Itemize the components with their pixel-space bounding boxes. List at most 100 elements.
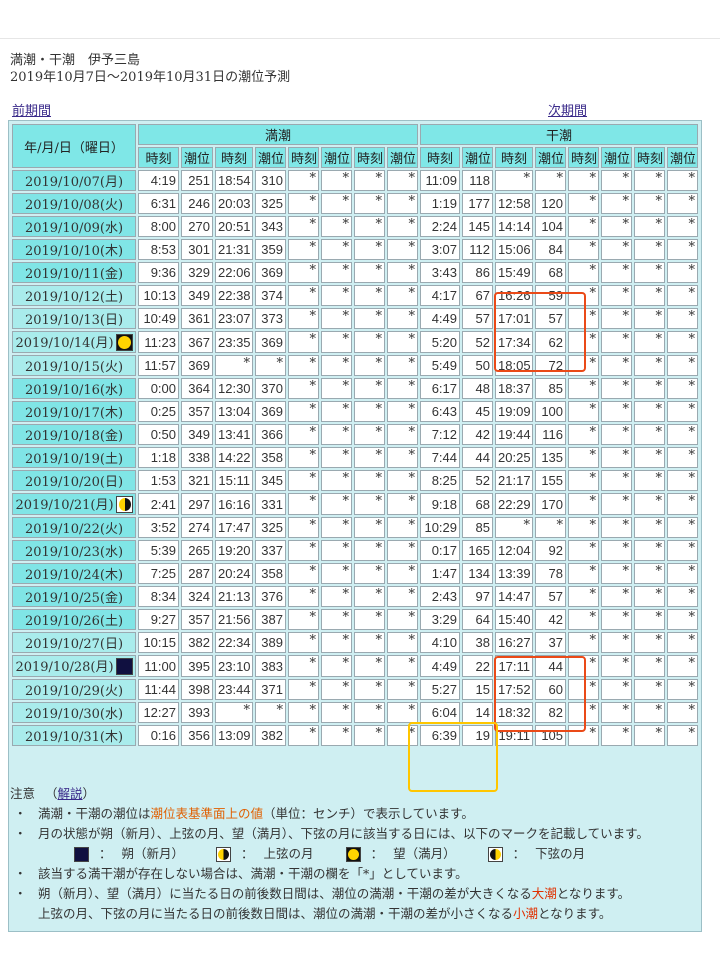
notes-paren-close: ） (82, 786, 96, 801)
date-cell: 2019/10/08(火) (12, 193, 136, 214)
high-level-cell: 265 (181, 540, 213, 561)
high-time-cell: 12:30 (215, 378, 253, 399)
high-time-cell: * (288, 193, 319, 214)
low-time-cell: 4:10 (420, 632, 461, 653)
high-level-cell: * (387, 470, 419, 491)
date-cell: 2019/10/14(月) (12, 331, 136, 353)
high-level-cell: 325 (255, 193, 286, 214)
low-level-cell: * (601, 702, 633, 723)
high-subheader: 潮位 (387, 147, 419, 168)
low-time-cell: 16:27 (495, 632, 534, 653)
date-cell: 2019/10/13(日) (12, 308, 136, 329)
high-time-cell: 10:49 (138, 308, 179, 329)
high-time-cell: * (288, 470, 319, 491)
low-time-cell: * (634, 262, 666, 283)
prev-period-link[interactable]: 前期間 (12, 100, 51, 119)
high-level-cell: * (321, 308, 352, 329)
high-level-cell: * (255, 702, 286, 723)
high-level-cell: 369 (255, 401, 286, 422)
low-level-cell: * (667, 401, 699, 422)
date-cell: 2019/10/24(木) (12, 563, 136, 584)
highlight-box-red-1 (494, 292, 586, 372)
high-level-cell: * (321, 262, 352, 283)
low-time-cell: * (634, 702, 666, 723)
low-time-cell: * (634, 586, 666, 607)
high-level-cell: * (387, 216, 419, 237)
low-time-cell: 5:27 (420, 679, 461, 700)
high-time-cell: * (288, 378, 319, 399)
high-time-cell: * (354, 702, 385, 723)
first-quarter-moon-icon (115, 496, 133, 513)
low-level-cell: 120 (535, 193, 567, 214)
low-time-cell: * (634, 563, 666, 584)
high-level-cell: 357 (181, 609, 213, 630)
high-time-cell: 9:36 (138, 262, 179, 283)
low-level-cell: * (667, 655, 699, 677)
low-level-cell: * (667, 308, 699, 329)
table-row: 2019/10/07(月) 4:19 251 18:54 310 * * * * 11:09 118… (12, 170, 699, 191)
date-label: 2019/10/07(月) (24, 175, 124, 190)
note-line-3: ・ 該当する満干潮が存在しない場合は、満潮・干潮の欄を「*」としています。 (10, 864, 700, 884)
low-level-cell: * (601, 493, 633, 515)
low-time-cell: 4:49 (420, 308, 461, 329)
high-level-cell: 398 (181, 679, 213, 700)
low-level-cell: * (667, 193, 699, 214)
low-time-cell: 13:39 (495, 563, 534, 584)
low-time-cell: 6:04 (420, 702, 461, 723)
high-level-cell: * (321, 563, 352, 584)
table-row: 2019/10/24(木) 7:25 287 20:24 358 * * * * 1:47 134 1… (12, 563, 699, 584)
high-time-cell: 21:56 (215, 609, 253, 630)
high-level-cell: * (321, 493, 352, 515)
low-level-cell: 134 (462, 563, 494, 584)
date-cell: 2019/10/17(木) (12, 401, 136, 422)
low-level-cell: * (601, 679, 633, 700)
legend-separator: ： (512, 846, 526, 861)
first-moon-legend-icon (216, 846, 232, 862)
high-time-cell: * (354, 679, 385, 700)
high-time-cell: 23:35 (215, 331, 253, 353)
low-level-cell: * (601, 331, 633, 353)
high-time-cell: * (354, 725, 385, 746)
high-level-cell: * (321, 447, 352, 468)
high-time-cell: * (354, 308, 385, 329)
low-level-cell: * (667, 563, 699, 584)
low-level-cell: 177 (462, 193, 494, 214)
low-time-cell: * (634, 424, 666, 445)
high-time-cell: * (288, 355, 319, 376)
high-level-cell: * (321, 239, 352, 260)
high-level-cell: 331 (255, 493, 286, 515)
high-time-cell: * (288, 725, 319, 746)
low-level-cell: 145 (462, 216, 494, 237)
date-label: 2019/10/25(金) (24, 591, 124, 606)
low-time-cell: * (568, 632, 600, 653)
high-time-cell: * (288, 262, 319, 283)
explain-link[interactable]: 解説 (58, 786, 83, 801)
high-time-cell: * (288, 679, 319, 700)
date-label: 2019/10/16(水) (24, 383, 124, 398)
high-level-cell: * (387, 702, 419, 723)
low-level-cell: * (601, 193, 633, 214)
note1-emphasis: 潮位表基準面上の値 (150, 806, 264, 821)
high-time-cell: 8:34 (138, 586, 179, 607)
note4-emphasis: 大潮 (531, 886, 557, 901)
high-level-cell: * (387, 355, 419, 376)
date-label: 2019/10/24(木) (24, 568, 124, 583)
date-cell: 2019/10/29(火) (12, 679, 136, 700)
note-line-2: ・ 月の状態が朔（新月）、上弦の月、望（満月）、下弦の月に該当する日には、以下の… (10, 824, 700, 844)
low-level-cell: 57 (535, 586, 567, 607)
high-subheader: 時刻 (288, 147, 319, 168)
next-period-link[interactable]: 次期間 (548, 100, 587, 119)
low-level-cell: 37 (535, 632, 567, 653)
high-time-cell: 19:20 (215, 540, 253, 561)
high-time-cell: * (354, 216, 385, 237)
date-label: 2019/10/27(日) (24, 637, 124, 652)
low-level-cell: 104 (535, 216, 567, 237)
low-level-cell: 68 (462, 493, 494, 515)
low-level-cell: * (601, 563, 633, 584)
low-level-cell: * (667, 378, 699, 399)
high-level-cell: * (321, 586, 352, 607)
low-level-cell: * (601, 424, 633, 445)
table-row: 2019/10/31(木) 0:16 356 13:09 382 * * * * 6:39 19 19… (12, 725, 699, 746)
moon-legend: ： 朔（新月） ： 上弦の月 ： 望（満月） ： 下弦の月 (10, 844, 700, 864)
date-label: 2019/10/17(木) (24, 406, 124, 421)
